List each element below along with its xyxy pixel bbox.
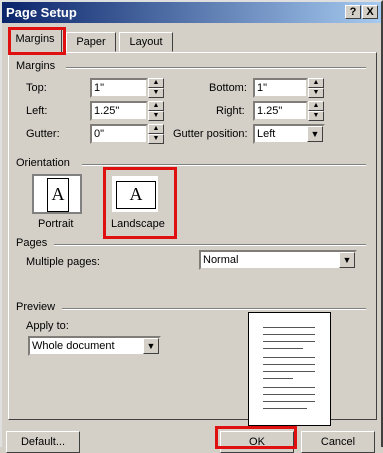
apply-to-label: Apply to: [26, 320, 69, 332]
spin-down-icon[interactable]: ▼ [148, 88, 164, 98]
dialog-title: Page Setup [6, 5, 77, 20]
portrait-option[interactable]: A [32, 174, 82, 214]
portrait-page-icon: A [47, 178, 69, 212]
apply-to-select[interactable]: Whole document ▼ [28, 336, 161, 356]
preview-text-line [263, 357, 315, 358]
top-margin-input[interactable]: 1" [90, 78, 148, 98]
chevron-down-icon[interactable]: ▼ [307, 126, 323, 142]
default-button[interactable]: Default... [6, 431, 80, 453]
preview-text-line [263, 401, 315, 402]
landscape-option[interactable]: A [110, 174, 160, 214]
divider [54, 244, 366, 246]
close-button[interactable]: X [362, 5, 378, 19]
gutter-position-select[interactable]: Left ▼ [253, 124, 325, 144]
gutter-position-value: Left [257, 128, 276, 140]
preview-text-line [263, 378, 293, 379]
divider [82, 164, 366, 166]
pages-section-label: Pages [16, 237, 48, 249]
spin-down-icon[interactable]: ▼ [308, 111, 324, 121]
tab-margins[interactable]: Margins [8, 29, 62, 53]
ok-button[interactable]: OK [220, 431, 294, 453]
landscape-label[interactable]: Landscape [111, 218, 165, 230]
orientation-section-label: Orientation [16, 157, 70, 169]
preview-text-line [263, 364, 315, 365]
top-label: Top: [26, 82, 47, 94]
spin-up-icon[interactable]: ▲ [308, 101, 324, 111]
preview-text-line [263, 341, 315, 342]
multiple-pages-label: Multiple pages: [26, 256, 100, 268]
left-label: Left: [26, 105, 48, 117]
right-label: Right: [216, 105, 245, 117]
preview-text-line [263, 334, 315, 335]
spin-up-icon[interactable]: ▲ [148, 78, 164, 88]
left-margin-spinner[interactable]: ▲ ▼ [148, 101, 164, 121]
gutter-position-label: Gutter position: [173, 128, 248, 140]
gutter-label: Gutter: [26, 128, 60, 140]
divider [66, 67, 366, 69]
gutter-input[interactable]: 0" [90, 124, 148, 144]
spin-down-icon[interactable]: ▼ [148, 134, 164, 144]
preview-text-line [263, 394, 315, 395]
preview-text-line [263, 387, 315, 388]
preview-text-line [263, 408, 307, 409]
gutter-spinner[interactable]: ▲ ▼ [148, 124, 164, 144]
title-bar: Page Setup ? X [2, 2, 381, 23]
bottom-margin-spinner[interactable]: ▲ ▼ [308, 78, 324, 98]
help-button[interactable]: ? [345, 5, 361, 19]
spin-down-icon[interactable]: ▼ [308, 88, 324, 98]
left-margin-input[interactable]: 1.25" [90, 101, 148, 121]
tab-layout[interactable]: Layout [119, 32, 173, 52]
apply-to-value: Whole document [32, 340, 115, 352]
bottom-margin-input[interactable]: 1" [253, 78, 308, 98]
portrait-label[interactable]: Portrait [38, 218, 73, 230]
top-margin-spinner[interactable]: ▲ ▼ [148, 78, 164, 98]
bottom-label: Bottom: [209, 82, 247, 94]
multiple-pages-value: Normal [203, 254, 239, 266]
page-setup-dialog: Page Setup ? X Margins Paper Layout Marg… [0, 0, 383, 453]
right-margin-input[interactable]: 1.25" [253, 101, 308, 121]
tab-paper[interactable]: Paper [66, 32, 116, 52]
chevron-down-icon[interactable]: ▼ [143, 338, 159, 354]
page-preview [248, 312, 331, 426]
cancel-button[interactable]: Cancel [301, 431, 375, 453]
margins-section-label: Margins [16, 60, 56, 72]
preview-text-line [263, 348, 303, 349]
divider [62, 308, 366, 310]
preview-text-line [263, 371, 315, 372]
spin-up-icon[interactable]: ▲ [148, 101, 164, 111]
multiple-pages-select[interactable]: Normal ▼ [199, 250, 357, 270]
spin-down-icon[interactable]: ▼ [148, 111, 164, 121]
preview-text-line [263, 327, 315, 328]
spin-up-icon[interactable]: ▲ [308, 78, 324, 88]
preview-section-label: Preview [16, 301, 56, 313]
spin-up-icon[interactable]: ▲ [148, 124, 164, 134]
landscape-page-icon: A [116, 181, 156, 209]
chevron-down-icon[interactable]: ▼ [339, 252, 355, 268]
right-margin-spinner[interactable]: ▲ ▼ [308, 101, 324, 121]
